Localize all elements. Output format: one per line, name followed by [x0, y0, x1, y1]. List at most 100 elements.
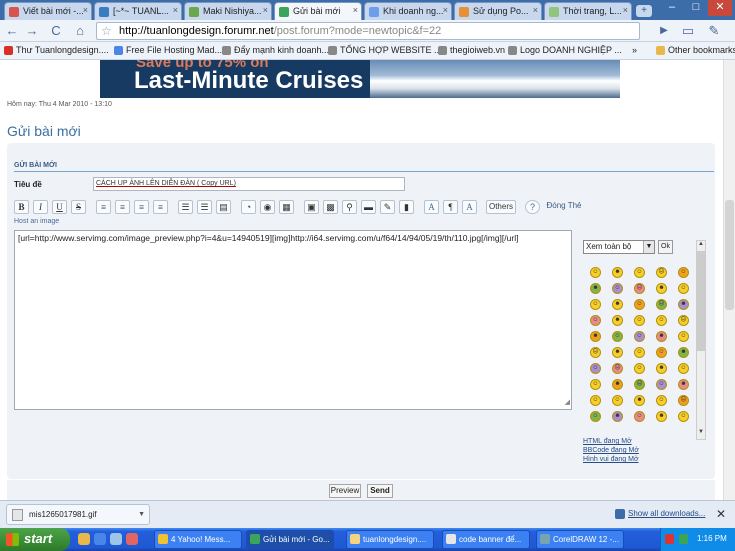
title-input[interactable]: CÁCH UP ẢNH LÊN DIỄN ĐÀN ( Copy URL) [93, 177, 405, 191]
close-icon[interactable]: × [443, 5, 448, 15]
tray-app-icon[interactable] [665, 534, 674, 544]
smiley-icon[interactable]: ☺ [656, 315, 667, 326]
smiley-icon[interactable]: ☹ [656, 299, 667, 310]
address-bar[interactable]: ☆ http://tuanlongdesign.forumr.net/post.… [96, 22, 640, 40]
underline-button[interactable]: U [52, 200, 67, 214]
close-icon[interactable]: × [263, 5, 268, 15]
smiley-icon[interactable]: ☺ [656, 395, 667, 406]
smilies-status-link[interactable]: Hình vui đang Mở [583, 455, 639, 464]
reload-icon[interactable]: C [48, 23, 64, 39]
size-button[interactable]: A [462, 200, 477, 214]
send-button[interactable]: Send [367, 484, 393, 498]
tab-6[interactable]: Sử dụng Po... × [454, 2, 542, 20]
font-button[interactable]: A [424, 200, 439, 214]
close-tags-button[interactable]: Đóng Thẻ [544, 200, 584, 214]
smiley-icon[interactable]: ☺ [590, 395, 601, 406]
smiley-icon[interactable]: ☺ [634, 411, 645, 422]
taskbar-item-coreldraw[interactable]: CorelDRAW 12 -... [536, 530, 624, 549]
bookmark-5[interactable]: thegioiweb.vn [438, 45, 505, 55]
back-icon[interactable]: ← [4, 23, 20, 39]
smiley-icon[interactable]: ☹ [590, 347, 601, 358]
flash-button[interactable]: ▬ [361, 200, 376, 214]
browser-quicklaunch-icon[interactable] [78, 533, 90, 545]
smiley-icon[interactable]: ☻ [678, 299, 689, 310]
color-button[interactable]: ¶ [443, 200, 458, 214]
star-icon[interactable]: ☆ [101, 23, 112, 39]
smiley-icon[interactable]: ☻ [678, 379, 689, 390]
smiley-icon[interactable]: ☺ [634, 267, 645, 278]
close-icon[interactable]: × [83, 5, 88, 15]
scroll-down-icon[interactable]: ▼ [697, 429, 705, 439]
smiley-icon[interactable]: ☻ [612, 347, 623, 358]
bookmarks-more[interactable]: » [632, 45, 637, 55]
ie-quicklaunch-icon[interactable] [94, 533, 106, 545]
host-image-link[interactable]: Host an image [14, 218, 59, 225]
html-status-link[interactable]: HTML đang Mở [583, 437, 639, 446]
align-left-button[interactable]: ≡ [96, 200, 111, 214]
smiley-icon[interactable]: ☻ [612, 379, 623, 390]
ad-banner[interactable]: Save up to 75% on Last-Minute Cruises [100, 60, 620, 98]
close-window-button[interactable]: ✕ [708, 0, 732, 16]
smiley-icon[interactable]: ☺ [590, 315, 601, 326]
scroll-thumb[interactable] [725, 200, 734, 310]
italic-button[interactable]: I [33, 200, 48, 214]
taskbar-item-notepad[interactable]: code banner để... [442, 530, 530, 549]
show-all-downloads-link[interactable]: Show all downloads... [628, 509, 705, 518]
align-right-button[interactable]: ≡ [134, 200, 149, 214]
forward-icon[interactable]: → [24, 23, 40, 39]
smiley-icon[interactable]: ☺ [612, 283, 623, 294]
close-icon[interactable]: × [173, 5, 178, 15]
download-item[interactable]: mis1265017981.gif ▼ [6, 504, 150, 525]
hr-button[interactable]: ▤ [216, 200, 231, 214]
smiley-icon[interactable]: ☹ [678, 395, 689, 406]
smiley-icon[interactable]: ☺ [678, 267, 689, 278]
smiley-icon[interactable]: ☺ [590, 363, 601, 374]
link-button[interactable]: ⚲ [342, 200, 357, 214]
other-bookmarks[interactable]: Other bookmarks [656, 45, 735, 55]
image-button[interactable]: ▣ [304, 200, 319, 214]
page-menu-icon[interactable]: ▭ [680, 23, 696, 39]
bookmark-2[interactable]: Free File Hosting Mad... [114, 45, 222, 55]
scroll-thumb[interactable] [697, 251, 705, 351]
smiley-ok-button[interactable]: Ok [658, 240, 673, 254]
smiley-icon[interactable]: ☺ [678, 411, 689, 422]
tab-7[interactable]: Thời trang, L... × [544, 2, 632, 20]
bold-button[interactable]: B [14, 200, 29, 214]
smiley-icon[interactable]: ☺ [678, 331, 689, 342]
close-icon[interactable]: × [353, 5, 358, 15]
tab-3[interactable]: Maki Nishiya... × [184, 2, 272, 20]
smiley-icon[interactable]: ☻ [634, 395, 645, 406]
code-button[interactable]: ✎ [380, 200, 395, 214]
help-icon[interactable]: ? [525, 200, 540, 214]
smiley-select[interactable]: Xem toàn bộ ▼ [583, 240, 655, 254]
smiley-icon[interactable]: ☺ [656, 379, 667, 390]
smiley-icon[interactable]: ☻ [656, 283, 667, 294]
tab-1[interactable]: Viết bài mới -... × [4, 2, 92, 20]
page-scrollbar[interactable] [723, 60, 735, 500]
new-tab-button[interactable]: + [636, 5, 652, 17]
go-icon[interactable]: ▶ [656, 23, 672, 39]
smiley-icon[interactable]: ☹ [634, 379, 645, 390]
chevron-down-icon[interactable]: ▼ [138, 505, 145, 524]
close-icon[interactable]: × [533, 5, 538, 15]
tab-2[interactable]: [~*~ TUANL... × [94, 2, 182, 20]
home-icon[interactable]: ⌂ [72, 23, 88, 39]
app-quicklaunch-icon[interactable] [126, 533, 138, 545]
table-button[interactable]: ▦ [279, 200, 294, 214]
resize-grip-icon[interactable]: ◢ [565, 397, 570, 408]
smiley-icon[interactable]: ☻ [656, 363, 667, 374]
smiley-icon[interactable]: ☹ [656, 267, 667, 278]
smiley-scrollbar[interactable]: ▲ ▼ [696, 240, 706, 440]
smiley-icon[interactable]: ☺ [678, 363, 689, 374]
smiley-icon[interactable]: ☻ [590, 283, 601, 294]
close-icon[interactable]: ✕ [716, 507, 726, 521]
numbered-list-button[interactable]: ☰ [197, 200, 212, 214]
justify-button[interactable]: ≡ [153, 200, 168, 214]
smiley-icon[interactable]: ☻ [612, 267, 623, 278]
maximize-button[interactable]: □ [684, 0, 708, 16]
smiley-icon[interactable]: ☺ [634, 315, 645, 326]
scroll-up-icon[interactable]: ▲ [697, 241, 705, 251]
bbcode-status-link[interactable]: BBCode đang Mở [583, 446, 639, 455]
minimize-button[interactable]: – [660, 0, 684, 16]
smiley-icon[interactable]: ☻ [656, 331, 667, 342]
